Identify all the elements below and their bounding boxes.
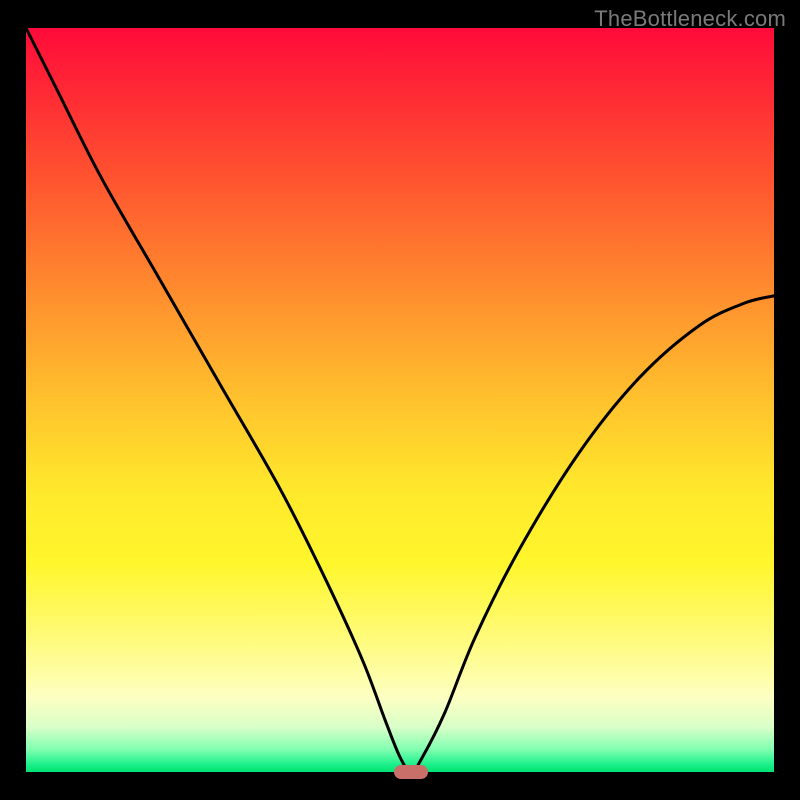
chart-frame: TheBottleneck.com [0,0,800,800]
optimal-point-marker [394,765,428,779]
bottleneck-curve-line [26,28,774,772]
plot-area [26,28,774,772]
